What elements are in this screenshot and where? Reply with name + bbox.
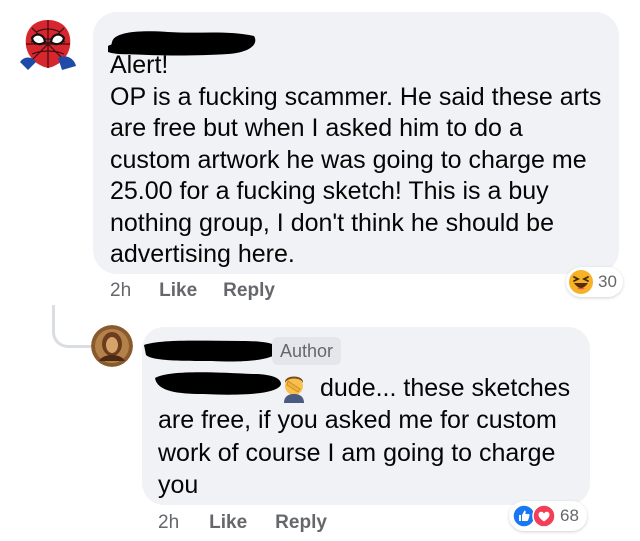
comment-actions: 2h Like Reply bbox=[110, 280, 275, 302]
author-badge: Author bbox=[272, 337, 342, 365]
facepalm-emoji-icon bbox=[281, 375, 307, 403]
like-button[interactable]: Like bbox=[209, 512, 247, 534]
comment-text: are free, if you asked me for custom wor… bbox=[158, 406, 557, 499]
haha-reaction-icon bbox=[569, 270, 593, 294]
spiderman-avatar-icon bbox=[20, 20, 76, 70]
reaction-summary[interactable]: 68 bbox=[509, 501, 587, 531]
avatar[interactable] bbox=[18, 14, 78, 74]
comment-text: dude... these sketches bbox=[320, 374, 571, 402]
redacted-text bbox=[153, 366, 283, 398]
comment-actions: 2h Like Reply bbox=[158, 512, 327, 534]
reply-button[interactable]: Reply bbox=[223, 280, 275, 302]
redacted-name bbox=[142, 337, 282, 365]
thread-connector bbox=[52, 305, 91, 348]
reply-button[interactable]: Reply bbox=[275, 512, 327, 534]
reaction-count: 30 bbox=[598, 272, 617, 291]
reaction-summary[interactable]: 30 bbox=[566, 267, 623, 297]
avatar[interactable] bbox=[91, 325, 133, 367]
comment-text: Alert! OP is a fucking scammer. He said … bbox=[110, 51, 602, 268]
comment-timestamp[interactable]: 2h bbox=[110, 280, 131, 302]
love-reaction-icon bbox=[532, 504, 556, 528]
profile-photo bbox=[91, 325, 133, 367]
reaction-count: 68 bbox=[560, 506, 579, 525]
like-button[interactable]: Like bbox=[159, 280, 197, 302]
comment-timestamp[interactable]: 2h bbox=[158, 512, 179, 534]
